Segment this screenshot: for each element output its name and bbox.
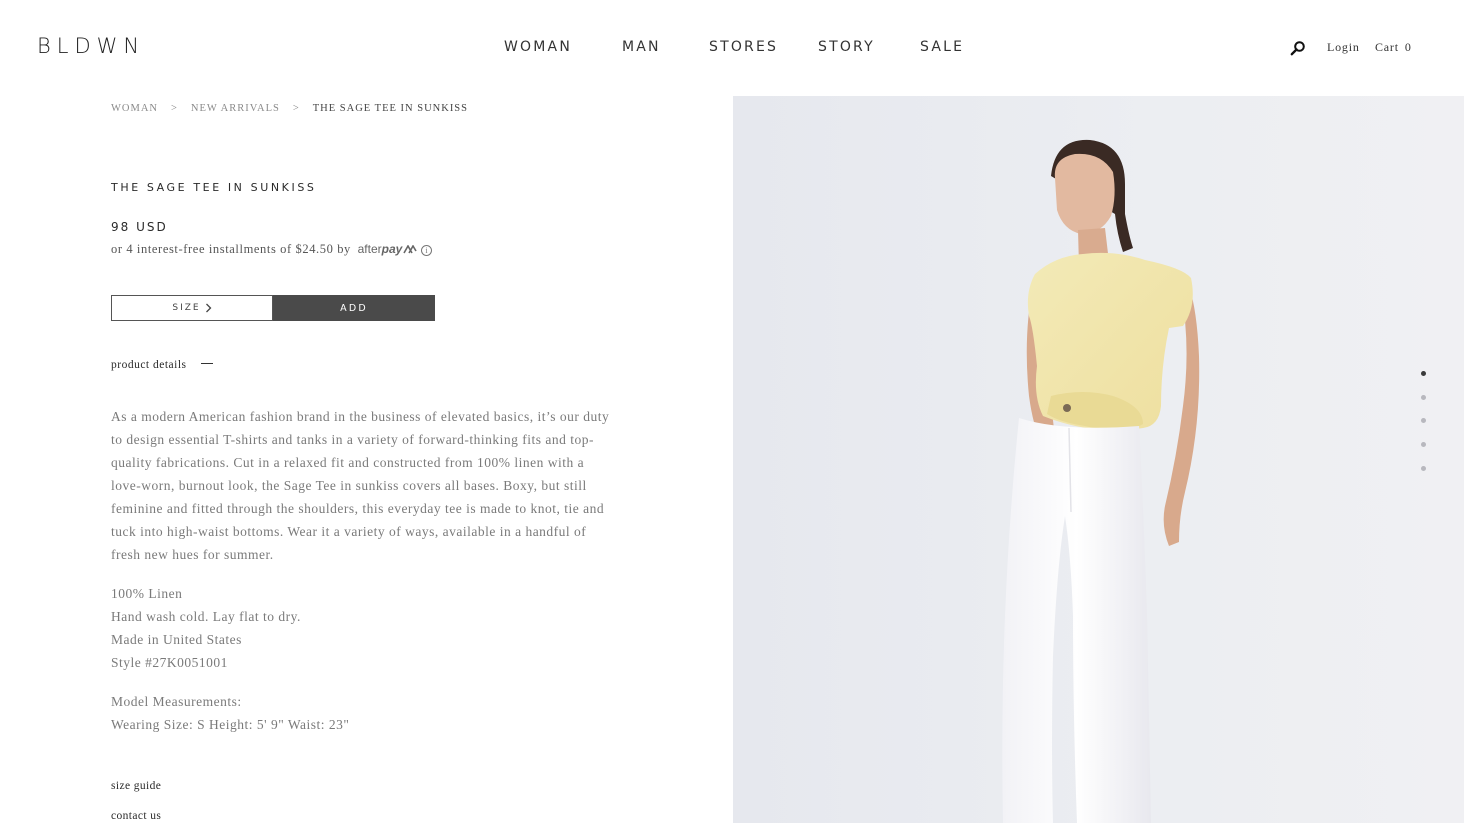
product-details-label: product details xyxy=(111,359,187,371)
spec-style-number: Style #27K0051001 xyxy=(111,655,228,670)
product-image[interactable] xyxy=(733,96,1464,823)
gallery-dot-5[interactable] xyxy=(1421,466,1426,471)
afterpay-arrows-icon xyxy=(403,244,418,254)
main-nav: WOMAN MAN STORES STORY SALE xyxy=(0,39,1464,59)
size-selector-button[interactable]: SIZE xyxy=(111,295,273,321)
contact-us-link[interactable]: contact us xyxy=(111,810,161,822)
cart-link[interactable]: Cart 0 xyxy=(1375,40,1412,55)
breadcrumb-current: THE SAGE TEE IN SUNKISS xyxy=(312,103,468,114)
model-photo xyxy=(733,96,1464,823)
info-icon[interactable]: i xyxy=(421,245,433,256)
site-header: BLDWN WOMAN MAN STORES STORY SALE Login … xyxy=(0,0,1464,96)
spec-material: 100% Linen xyxy=(111,586,183,601)
afterpay-installments: or 4 interest-free installments of $24.5… xyxy=(111,242,433,257)
breadcrumb: WOMAN > NEW ARRIVALS > THE SAGE TEE IN SUNKI… xyxy=(111,103,468,114)
breadcrumb-new-arrivals[interactable]: NEW ARRIVALS xyxy=(191,103,280,114)
product-description: As a modern American fashion brand in th… xyxy=(111,409,610,562)
spec-care: Hand wash cold. Lay flat to dry. xyxy=(111,609,301,624)
afterpay-brand-light: after xyxy=(357,242,382,256)
nav-item-stores[interactable]: STORES xyxy=(709,39,778,55)
model-measurements-values: Wearing Size: S Height: 5' 9" Waist: 23" xyxy=(111,717,350,732)
afterpay-brand-bold: pay xyxy=(381,242,403,256)
nav-item-story[interactable]: STORY xyxy=(818,39,875,55)
size-label: SIZE xyxy=(172,303,201,313)
gallery-dot-3[interactable] xyxy=(1421,418,1426,423)
chevron-right-icon xyxy=(205,303,212,313)
model-measurements-heading: Model Measurements: xyxy=(111,694,242,709)
search-icon[interactable] xyxy=(1290,40,1306,56)
gallery-dot-2[interactable] xyxy=(1421,395,1426,400)
nav-item-man[interactable]: MAN xyxy=(622,39,661,55)
add-to-cart-button[interactable]: ADD xyxy=(273,295,435,321)
size-guide-link[interactable]: size guide xyxy=(111,780,161,792)
product-details-toggle[interactable]: product details xyxy=(111,359,213,371)
cart-count: 0 xyxy=(1404,40,1412,54)
afterpay-logo: afterpay xyxy=(358,242,418,256)
model-measurements: Model Measurements: Wearing Size: S Heig… xyxy=(111,690,349,736)
product-specs: 100% Linen Hand wash cold. Lay flat to d… xyxy=(111,582,301,674)
spec-origin: Made in United States xyxy=(111,632,242,647)
gallery-dot-4[interactable] xyxy=(1421,442,1426,447)
breadcrumb-separator: > xyxy=(292,103,300,114)
product-price: 98 USD xyxy=(111,220,168,234)
nav-item-sale[interactable]: SALE xyxy=(920,39,964,55)
minus-icon xyxy=(200,363,213,364)
cart-label: Cart xyxy=(1375,40,1399,54)
breadcrumb-separator: > xyxy=(171,103,178,114)
nav-item-woman[interactable]: WOMAN xyxy=(504,39,572,55)
gallery-dot-1[interactable] xyxy=(1421,371,1426,376)
login-link[interactable]: Login xyxy=(1327,40,1360,55)
breadcrumb-woman[interactable]: WOMAN xyxy=(111,103,158,114)
product-title: THE SAGE TEE IN SUNKISS xyxy=(111,181,317,194)
installments-text: or 4 interest-free installments of $24.5… xyxy=(111,242,351,256)
